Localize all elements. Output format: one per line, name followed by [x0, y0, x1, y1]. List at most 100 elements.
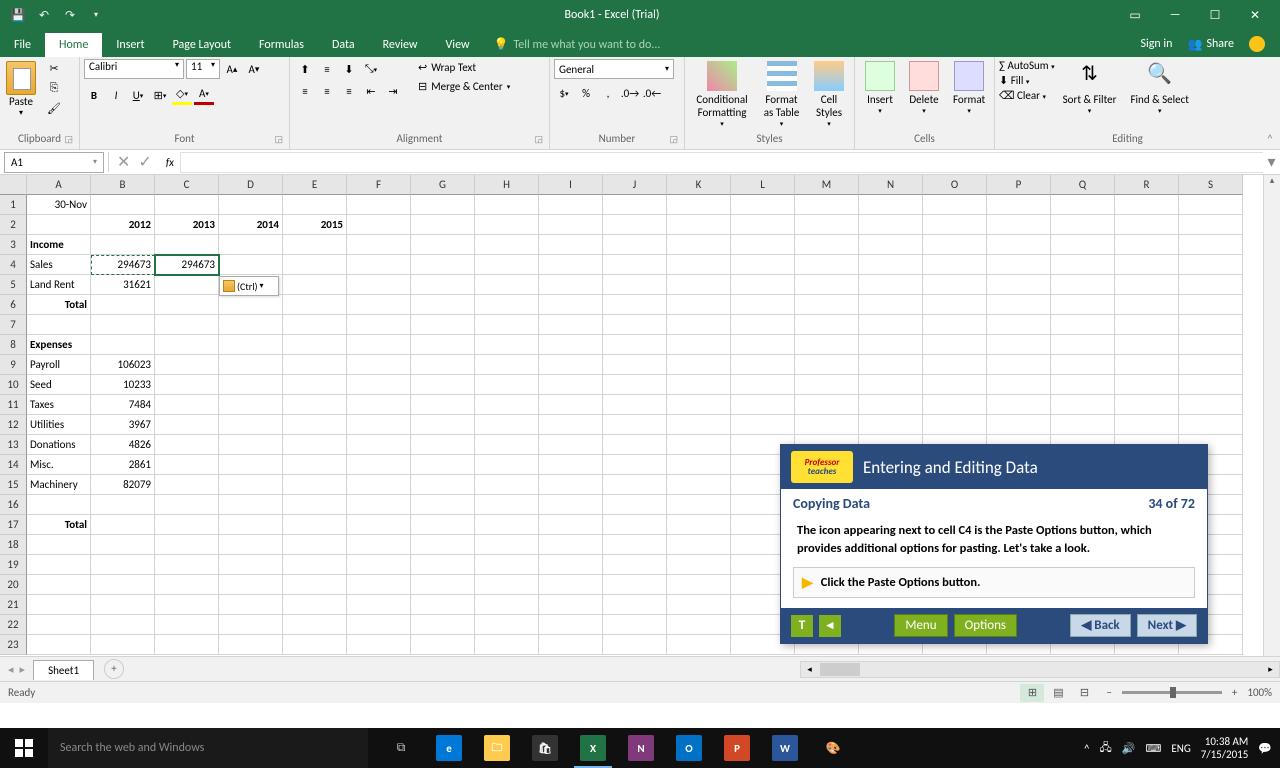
cell-C4[interactable]: 294673 [155, 255, 219, 275]
row-header[interactable]: 6 [0, 295, 27, 315]
cell-J1[interactable] [603, 195, 667, 215]
edge-button[interactable]: e [426, 728, 472, 768]
cell-R11[interactable] [1115, 395, 1179, 415]
cell-P4[interactable] [987, 255, 1051, 275]
cell-E9[interactable] [283, 355, 347, 375]
cell-L8[interactable] [731, 335, 795, 355]
bold-button[interactable]: B [84, 85, 104, 105]
cell-M11[interactable] [795, 395, 859, 415]
cell-K4[interactable] [667, 255, 731, 275]
cell-G17[interactable] [411, 515, 475, 535]
tab-view[interactable]: View [432, 33, 484, 57]
sign-in-link[interactable]: Sign in [1140, 37, 1172, 51]
column-header[interactable]: Q [1051, 175, 1115, 195]
cell-P1[interactable] [987, 195, 1051, 215]
powerpoint-button[interactable]: P [714, 728, 760, 768]
cell-I22[interactable] [539, 615, 603, 635]
wrap-text-button[interactable]: ↩Wrap Text [414, 59, 514, 76]
cell-F4[interactable] [347, 255, 411, 275]
cell-I13[interactable] [539, 435, 603, 455]
cell-R2[interactable] [1115, 215, 1179, 235]
cell-H5[interactable] [475, 275, 539, 295]
cell-S12[interactable] [1179, 415, 1243, 435]
cell-E7[interactable] [283, 315, 347, 335]
cell-S8[interactable] [1179, 335, 1243, 355]
cell-E6[interactable] [283, 295, 347, 315]
row-header[interactable]: 17 [0, 515, 27, 535]
cell-I19[interactable] [539, 555, 603, 575]
cell-B8[interactable] [91, 335, 155, 355]
column-header[interactable]: I [539, 175, 603, 195]
tab-formulas[interactable]: Formulas [245, 33, 318, 57]
cell-E8[interactable] [283, 335, 347, 355]
qat-customize-icon[interactable]: ▾ [88, 7, 104, 23]
action-center-icon[interactable]: 💬 [1258, 742, 1272, 755]
cell-K3[interactable] [667, 235, 731, 255]
cell-L11[interactable] [731, 395, 795, 415]
row-header[interactable]: 12 [0, 415, 27, 435]
cell-S3[interactable] [1179, 235, 1243, 255]
cell-K1[interactable] [667, 195, 731, 215]
column-header[interactable]: R [1115, 175, 1179, 195]
cell-C20[interactable] [155, 575, 219, 595]
cell-A18[interactable] [27, 535, 91, 555]
cell-C17[interactable] [155, 515, 219, 535]
redo-icon[interactable]: ↷ [62, 7, 78, 23]
cell-D19[interactable] [219, 555, 283, 575]
cell-F11[interactable] [347, 395, 411, 415]
cell-L10[interactable] [731, 375, 795, 395]
tray-expand-icon[interactable]: ^ [1084, 742, 1089, 755]
cell-J13[interactable] [603, 435, 667, 455]
cell-M5[interactable] [795, 275, 859, 295]
cell-R9[interactable] [1115, 355, 1179, 375]
cell-J14[interactable] [603, 455, 667, 475]
row-header[interactable]: 7 [0, 315, 27, 335]
column-header[interactable]: O [923, 175, 987, 195]
cell-Q1[interactable] [1051, 195, 1115, 215]
cell-R12[interactable] [1115, 415, 1179, 435]
cell-H16[interactable] [475, 495, 539, 515]
cell-P6[interactable] [987, 295, 1051, 315]
cell-R7[interactable] [1115, 315, 1179, 335]
cell-A5[interactable]: Land Rent [27, 275, 91, 295]
cell-F2[interactable] [347, 215, 411, 235]
cut-button[interactable]: ✂ [44, 59, 64, 77]
cell-E16[interactable] [283, 495, 347, 515]
cell-M8[interactable] [795, 335, 859, 355]
cell-D14[interactable] [219, 455, 283, 475]
cell-D12[interactable] [219, 415, 283, 435]
cell-B9[interactable]: 106023 [91, 355, 155, 375]
cell-G12[interactable] [411, 415, 475, 435]
cell-K21[interactable] [667, 595, 731, 615]
cell-O2[interactable] [923, 215, 987, 235]
cell-P9[interactable] [987, 355, 1051, 375]
cell-A21[interactable] [27, 595, 91, 615]
cell-D11[interactable] [219, 395, 283, 415]
row-header[interactable]: 18 [0, 535, 27, 555]
cell-B21[interactable] [91, 595, 155, 615]
cell-I9[interactable] [539, 355, 603, 375]
row-header[interactable]: 11 [0, 395, 27, 415]
cell-B3[interactable] [91, 235, 155, 255]
cell-G5[interactable] [411, 275, 475, 295]
cell-B20[interactable] [91, 575, 155, 595]
cell-F18[interactable] [347, 535, 411, 555]
cell-P10[interactable] [987, 375, 1051, 395]
prev-sheet-button[interactable]: ◂ [8, 663, 14, 676]
cell-G19[interactable] [411, 555, 475, 575]
row-header[interactable]: 22 [0, 615, 27, 635]
cell-L4[interactable] [731, 255, 795, 275]
cell-B12[interactable]: 3967 [91, 415, 155, 435]
cell-G8[interactable] [411, 335, 475, 355]
cell-C10[interactable] [155, 375, 219, 395]
cell-L7[interactable] [731, 315, 795, 335]
cell-L6[interactable] [731, 295, 795, 315]
paste-options-button[interactable]: (Ctrl) ▾ [219, 276, 279, 296]
cell-K13[interactable] [667, 435, 731, 455]
select-all-corner[interactable] [0, 175, 27, 195]
tutorial-prev-step-button[interactable]: ◂ [819, 615, 841, 637]
cell-N12[interactable] [859, 415, 923, 435]
clear-button[interactable]: ⌫ Clear ▾ [999, 89, 1055, 102]
cell-E17[interactable] [283, 515, 347, 535]
cell-H18[interactable] [475, 535, 539, 555]
